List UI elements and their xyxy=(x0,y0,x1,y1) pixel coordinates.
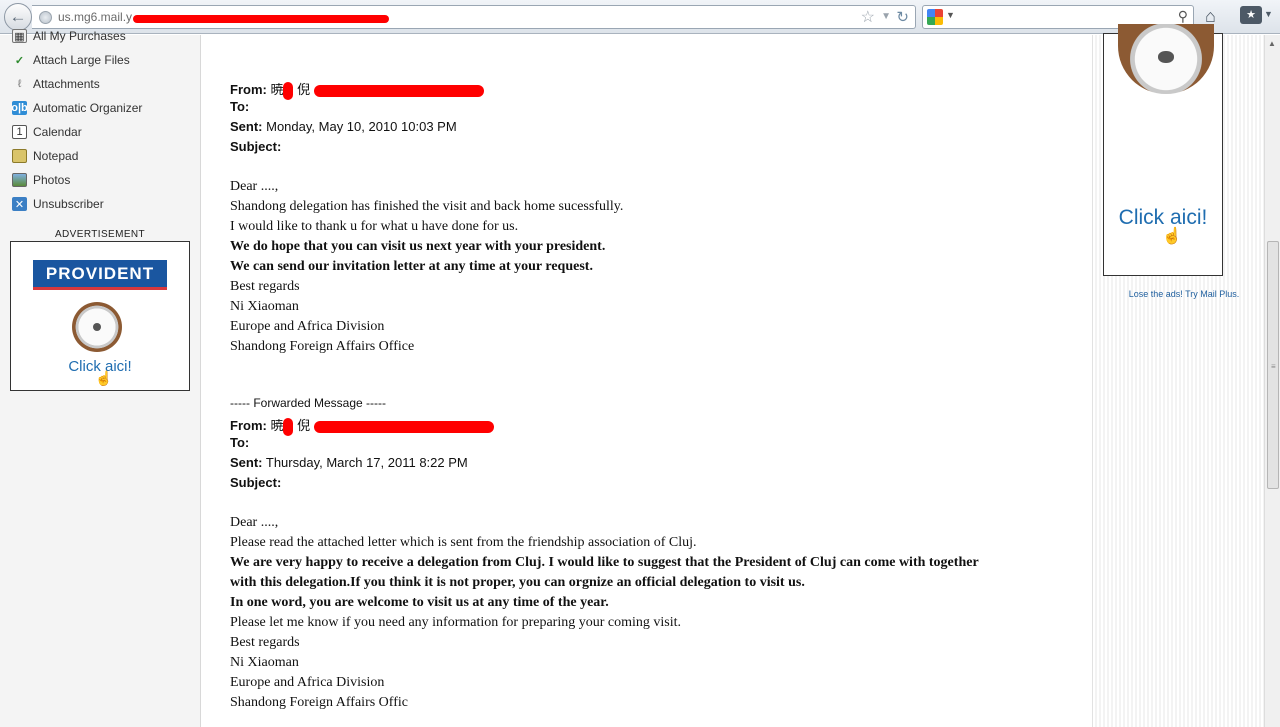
body-line: We are very happy to receive a delegatio… xyxy=(230,555,979,570)
body-line: I would like to thank u for what u have … xyxy=(230,219,519,234)
from-name-part: 暁 xyxy=(270,82,284,97)
body-line: Ni Xiaoman xyxy=(230,299,299,314)
search-icon[interactable]: ⚲ xyxy=(1178,8,1188,25)
purchases-icon: ▦ xyxy=(12,29,27,43)
redaction xyxy=(283,81,294,100)
photos-icon xyxy=(12,173,27,187)
bookmarks-icon[interactable]: ★ xyxy=(1240,6,1262,24)
mail-plus-upgrade-link[interactable]: Lose the ads! Try Mail Plus. xyxy=(1093,289,1275,299)
body-line: Shandong delegation has finished the vis… xyxy=(230,199,624,214)
body-line: We do hope that you can visit us next ye… xyxy=(230,239,606,254)
sidebar-item-label: Unsubscriber xyxy=(33,197,104,211)
subject-line: Subject: xyxy=(230,139,281,154)
vertical-scrollbar[interactable]: ▲ ≡ xyxy=(1264,35,1280,727)
paperclip-icon: ℓ xyxy=(17,78,22,90)
from-label: From: xyxy=(230,82,267,97)
reload-icon[interactable]: ↻ xyxy=(896,8,909,26)
calendar-icon: 1 xyxy=(12,125,27,139)
from-name-part: 倪 xyxy=(297,82,311,97)
globe-icon xyxy=(39,11,52,24)
advertisement-label: ADVERTISEMENT xyxy=(54,229,146,240)
unsubscriber-icon: ✕ xyxy=(12,197,27,211)
google-icon[interactable] xyxy=(927,9,943,25)
scrollbar-grip-icon: ≡ xyxy=(1271,362,1276,371)
bookmarks-caret-icon[interactable]: ▼ xyxy=(1264,9,1273,19)
sent-label: Sent: xyxy=(230,455,263,470)
sidebar-item-label: Notepad xyxy=(33,149,79,163)
url-history-dropdown-icon[interactable]: ▼ xyxy=(881,11,891,22)
body-line: Shandong Foreign Affairs Office xyxy=(230,339,415,354)
body-line: We can send our invitation letter at any… xyxy=(230,259,593,274)
browser-toolbar: ← us.mg6.mail.y ☆ ▼ ↻ ▼ ⚲ ⌂ ★ ▼ xyxy=(0,0,1280,34)
from-line: From: 暁 倪 xyxy=(230,79,484,100)
from-name-part: 倪 xyxy=(297,418,311,433)
forwarded-message-header: ----- Forwarded Message ----- xyxy=(230,396,387,410)
sidebar-item-attach-large-files[interactable]: ✓ Attach Large Files xyxy=(12,51,130,69)
body-line: Best regards xyxy=(230,279,300,294)
sidebar-item-label: Attachments xyxy=(33,77,100,91)
bookmark-star-icon[interactable]: ☆ xyxy=(861,7,875,27)
notepad-icon xyxy=(12,149,27,163)
subject-line: Subject: xyxy=(230,475,281,490)
sidebar: ▦ All My Purchases ✓ Attach Large Files … xyxy=(0,29,201,727)
sidebar-item-label: Photos xyxy=(33,173,71,187)
sidebar-item-label: Attach Large Files xyxy=(33,53,130,67)
sent-line: Sent: Thursday, March 17, 2011 8:22 PM xyxy=(230,455,468,470)
gauge-icon xyxy=(1118,24,1214,94)
provident-logo: PROVIDENT xyxy=(33,260,167,290)
body-line: In one word, you are welcome to visit us… xyxy=(230,595,609,610)
body-line: Best regards xyxy=(230,635,300,650)
sidebar-item-label: Automatic Organizer xyxy=(33,101,143,115)
from-label: From: xyxy=(230,418,267,433)
from-name-part: 暁 xyxy=(270,418,284,433)
sidebar-item-unsubscriber[interactable]: ✕ Unsubscriber xyxy=(12,195,104,213)
body-line: with this delegation.If you think it is … xyxy=(230,575,805,590)
to-label: To: xyxy=(230,99,250,114)
body-line: Ni Xiaoman xyxy=(230,655,299,670)
scrollbar-thumb[interactable]: ≡ xyxy=(1267,241,1279,489)
hand-cursor-icon: ☝ xyxy=(1162,228,1182,245)
body-line: Please let me know if you need any infor… xyxy=(230,615,682,630)
email-redaction xyxy=(313,420,494,433)
to-label: To: xyxy=(230,435,250,450)
right-ad-column: Click aici! ☝ Lose the ads! Try Mail Plu… xyxy=(1092,24,1264,727)
sent-value: Thursday, March 17, 2011 8:22 PM xyxy=(265,455,468,470)
sent-line: Sent: Monday, May 10, 2010 10:03 PM xyxy=(230,119,457,134)
email-redaction xyxy=(313,84,484,97)
sidebar-item-label: All My Purchases xyxy=(33,29,126,43)
to-line: To: xyxy=(230,99,249,114)
redaction xyxy=(283,417,294,436)
sidebar-item-automatic-organizer[interactable]: o|b Automatic Organizer xyxy=(11,99,143,117)
sidebar-ad[interactable]: PROVIDENT Click aici! ☝ xyxy=(10,241,190,391)
scroll-up-arrow-icon[interactable]: ▲ xyxy=(1268,39,1276,48)
attach-large-files-icon: ✓ xyxy=(14,54,25,67)
from-line: From: 暁 倪 xyxy=(230,415,494,436)
sidebar-item-all-my-purchases[interactable]: ▦ All My Purchases xyxy=(12,27,126,45)
body-line: Shandong Foreign Affairs Offic xyxy=(230,695,408,710)
right-ad[interactable]: Click aici! ☝ xyxy=(1103,24,1223,276)
body-line: Dear ...., xyxy=(230,515,279,530)
search-engine-caret-icon[interactable]: ▼ xyxy=(946,10,955,20)
body-line: Dear ...., xyxy=(230,179,279,194)
subject-label: Subject: xyxy=(230,475,282,490)
address-bar[interactable]: us.mg6.mail.y ☆ ▼ ↻ xyxy=(32,5,916,29)
sidebar-item-notepad[interactable]: Notepad xyxy=(12,147,78,165)
body-line: Europe and Africa Division xyxy=(230,675,385,690)
sidebar-item-calendar[interactable]: 1 Calendar xyxy=(12,123,82,141)
sent-value: Monday, May 10, 2010 10:03 PM xyxy=(266,119,457,134)
url-redaction xyxy=(133,15,389,23)
body-line: Please read the attached letter which is… xyxy=(230,535,697,550)
sidebar-item-attachments[interactable]: ℓ Attachments xyxy=(12,75,100,93)
hand-cursor-icon: ☝ xyxy=(95,370,113,386)
sent-label: Sent: xyxy=(230,119,263,134)
url-text: us.mg6.mail.y xyxy=(58,10,133,24)
body-line: Europe and Africa Division xyxy=(230,319,385,334)
sidebar-item-label: Calendar xyxy=(33,125,82,139)
to-line: To: xyxy=(230,435,249,450)
back-arrow-icon: ← xyxy=(9,7,27,26)
subject-label: Subject: xyxy=(230,139,282,154)
gauge-icon xyxy=(72,302,122,352)
sidebar-item-photos[interactable]: Photos xyxy=(12,171,70,189)
organizer-icon: o|b xyxy=(11,101,28,115)
